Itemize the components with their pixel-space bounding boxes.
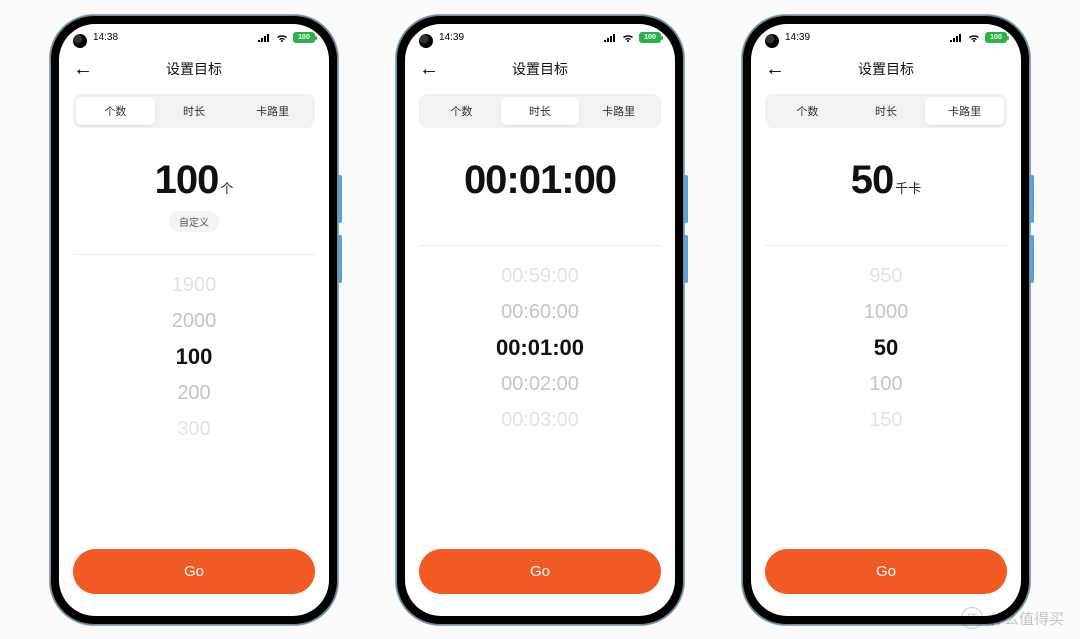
signal-icon bbox=[603, 33, 617, 43]
tab-calories[interactable]: 卡路里 bbox=[233, 97, 312, 125]
picker-option[interactable]: 300 bbox=[177, 411, 210, 447]
tab-duration[interactable]: 时长 bbox=[501, 97, 580, 125]
side-button-icon bbox=[684, 175, 688, 223]
goal-unit: 个 bbox=[220, 181, 233, 196]
picker-option[interactable]: 00:60:00 bbox=[501, 294, 579, 330]
side-button-icon bbox=[338, 235, 342, 283]
tab-calories[interactable]: 卡路里 bbox=[925, 97, 1004, 125]
camera-hole-icon bbox=[73, 34, 87, 48]
goal-hero: 00:01:00 bbox=[405, 128, 675, 233]
phone-frame: 14:38 100 ← 设置目标 个数 时长 卡路里 bbox=[50, 15, 338, 625]
side-button-icon bbox=[684, 235, 688, 283]
side-button-icon bbox=[1030, 235, 1034, 283]
camera-hole-icon bbox=[419, 34, 433, 48]
battery-icon: 100 bbox=[985, 32, 1007, 43]
screen: 14:39 100 ← 设置目标 个数 时长 卡路里 bbox=[405, 24, 675, 616]
picker-option[interactable]: 150 bbox=[869, 402, 902, 438]
status-bar: 14:39 100 bbox=[405, 24, 675, 52]
wifi-icon bbox=[967, 33, 981, 43]
picker-option[interactable]: 200 bbox=[177, 375, 210, 411]
tab-duration[interactable]: 时长 bbox=[847, 97, 926, 125]
divider bbox=[765, 245, 1007, 246]
status-bar: 14:38 100 bbox=[59, 24, 329, 52]
status-time: 14:39 bbox=[439, 32, 464, 43]
picker-selected[interactable]: 100 bbox=[176, 339, 213, 375]
value-picker[interactable]: 950 1000 50 100 150 bbox=[751, 252, 1021, 539]
tab-count[interactable]: 个数 bbox=[76, 97, 155, 125]
screen: 14:38 100 ← 设置目标 个数 时长 卡路里 bbox=[59, 24, 329, 616]
signal-icon bbox=[257, 33, 271, 43]
divider bbox=[419, 245, 661, 246]
goal-value-row: 50千卡 bbox=[751, 158, 1021, 203]
goal-value: 100 bbox=[155, 158, 219, 202]
picker-option[interactable]: 950 bbox=[869, 258, 902, 294]
phone-frame: 14:39 100 ← 设置目标 个数 时长 卡路里 bbox=[742, 15, 1030, 625]
tab-duration[interactable]: 时长 bbox=[155, 97, 234, 125]
nav-bar: ← 设置目标 bbox=[405, 52, 675, 86]
nav-bar: ← 设置目标 bbox=[59, 52, 329, 86]
wifi-icon bbox=[275, 33, 289, 43]
goal-value: 50 bbox=[851, 158, 894, 202]
value-picker[interactable]: 00:59:00 00:60:00 00:01:00 00:02:00 00:0… bbox=[405, 252, 675, 539]
picker-option[interactable]: 2000 bbox=[172, 303, 217, 339]
go-button[interactable]: Go bbox=[765, 549, 1007, 594]
tab-count[interactable]: 个数 bbox=[422, 97, 501, 125]
goal-value: 00:01:00 bbox=[464, 158, 616, 202]
goal-hero: 50千卡 bbox=[751, 128, 1021, 233]
picker-option[interactable]: 00:02:00 bbox=[501, 366, 579, 402]
side-button-icon bbox=[338, 175, 342, 223]
goal-unit: 千卡 bbox=[895, 181, 921, 196]
picker-option[interactable]: 00:03:00 bbox=[501, 402, 579, 438]
page-title: 设置目标 bbox=[73, 59, 315, 79]
nav-bar: ← 设置目标 bbox=[751, 52, 1021, 86]
goal-value-row: 100个 bbox=[59, 158, 329, 203]
side-button-icon bbox=[1030, 175, 1034, 223]
battery-icon: 100 bbox=[639, 32, 661, 43]
picker-selected[interactable]: 50 bbox=[874, 330, 898, 366]
signal-icon bbox=[949, 33, 963, 43]
wifi-icon bbox=[621, 33, 635, 43]
goal-tabs: 个数 时长 卡路里 bbox=[73, 94, 315, 128]
status-time: 14:38 bbox=[93, 32, 118, 43]
status-bar: 14:39 100 bbox=[751, 24, 1021, 52]
picker-option[interactable]: 00:59:00 bbox=[501, 258, 579, 294]
tab-calories[interactable]: 卡路里 bbox=[579, 97, 658, 125]
goal-value-row: 00:01:00 bbox=[405, 158, 675, 203]
picker-option[interactable]: 100 bbox=[869, 366, 902, 402]
tab-count[interactable]: 个数 bbox=[768, 97, 847, 125]
stage: 14:38 100 ← 设置目标 个数 时长 卡路里 bbox=[0, 0, 1080, 639]
goal-tabs: 个数 时长 卡路里 bbox=[419, 94, 661, 128]
custom-button[interactable]: 自定义 bbox=[169, 211, 219, 232]
phone-frame: 14:39 100 ← 设置目标 个数 时长 卡路里 bbox=[396, 15, 684, 625]
status-time: 14:39 bbox=[785, 32, 810, 43]
picker-option[interactable]: 1000 bbox=[864, 294, 909, 330]
page-title: 设置目标 bbox=[765, 59, 1007, 79]
battery-icon: 100 bbox=[293, 32, 315, 43]
picker-option[interactable]: 1900 bbox=[172, 267, 217, 303]
go-button[interactable]: Go bbox=[73, 549, 315, 594]
goal-tabs: 个数 时长 卡路里 bbox=[765, 94, 1007, 128]
screen: 14:39 100 ← 设置目标 个数 时长 卡路里 bbox=[751, 24, 1021, 616]
value-picker[interactable]: 1900 2000 100 200 300 bbox=[59, 261, 329, 539]
goal-hero: 100个 自定义 bbox=[59, 128, 329, 242]
picker-selected[interactable]: 00:01:00 bbox=[496, 330, 584, 366]
go-button[interactable]: Go bbox=[419, 549, 661, 594]
camera-hole-icon bbox=[765, 34, 779, 48]
divider bbox=[73, 254, 315, 255]
page-title: 设置目标 bbox=[419, 59, 661, 79]
